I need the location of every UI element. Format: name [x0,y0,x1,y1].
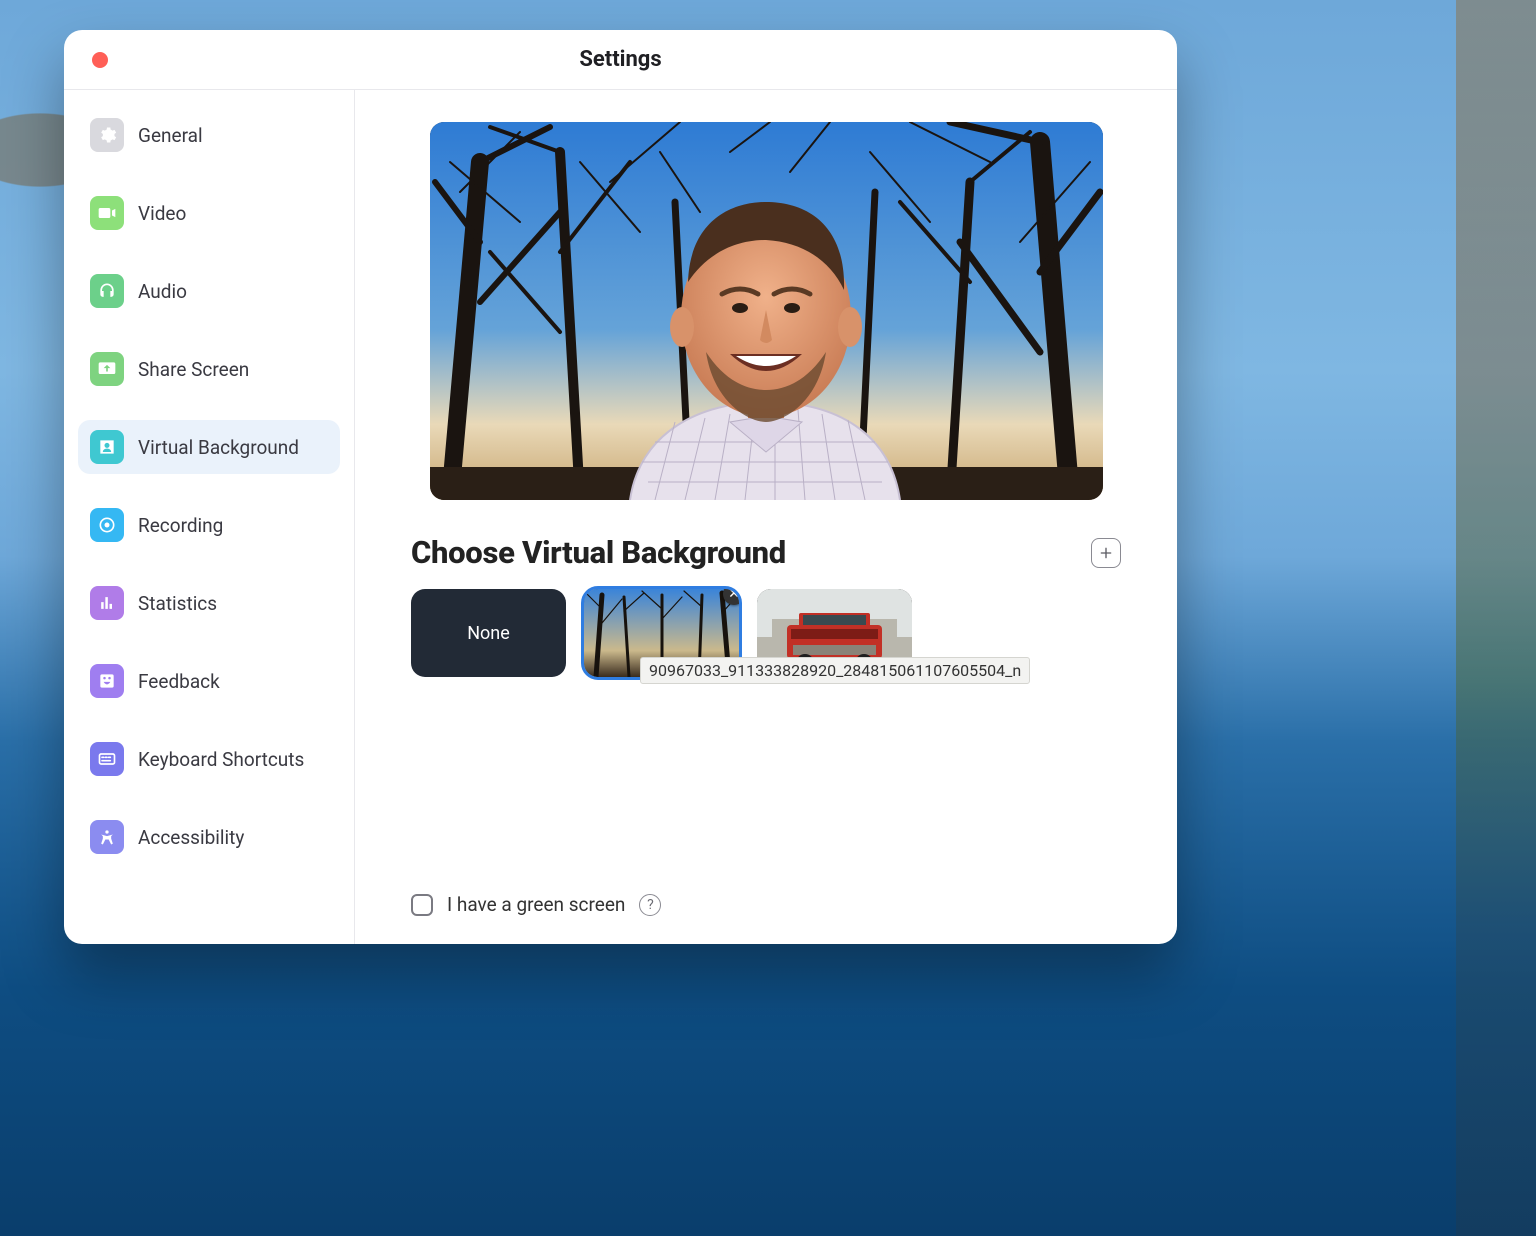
background-thumbnails: None [411,589,1121,677]
sidebar-item-keyboard-shortcuts[interactable]: Keyboard Shortcuts [78,732,340,786]
virtual-background-icon [90,430,124,464]
sidebar-item-label: General [138,124,203,147]
background-option-none[interactable]: None [411,589,566,677]
headphones-icon [90,274,124,308]
titlebar: Settings [64,30,1177,90]
main-panel: Choose Virtual Background None [355,90,1177,944]
green-screen-checkbox[interactable] [411,894,433,916]
filename-tooltip: 90967033_911333828920_284815061107605504… [640,657,1030,684]
sidebar-item-video[interactable]: Video [78,186,340,240]
close-window-button[interactable] [92,52,108,68]
sidebar-item-label: Virtual Background [138,436,299,459]
traffic-lights [92,52,108,68]
sidebar-item-label: Recording [138,514,223,537]
sidebar-item-recording[interactable]: Recording [78,498,340,552]
keyboard-icon [90,742,124,776]
section-title: Choose Virtual Background [411,534,786,571]
sidebar-item-general[interactable]: General [78,108,340,162]
feedback-icon [90,664,124,698]
sidebar-item-label: Audio [138,280,187,303]
settings-window: Settings General Video [64,30,1177,944]
sidebar-item-audio[interactable]: Audio [78,264,340,318]
sidebar-item-label: Statistics [138,592,217,615]
recording-icon [90,508,124,542]
close-icon: ✕ [728,589,739,601]
sidebar-item-label: Feedback [138,670,220,693]
video-preview [430,122,1103,500]
window-title: Settings [579,47,661,72]
window-body: General Video Audio [64,90,1177,944]
settings-sidebar: General Video Audio [64,90,355,944]
add-background-button[interactable] [1091,538,1121,568]
wallpaper-coast [1456,0,1536,1236]
sidebar-item-statistics[interactable]: Statistics [78,576,340,630]
share-screen-icon [90,352,124,386]
sidebar-item-label: Video [138,202,186,225]
sidebar-item-accessibility[interactable]: Accessibility [78,810,340,864]
green-screen-option: I have a green screen ? [411,893,661,916]
sidebar-item-virtual-background[interactable]: Virtual Background [78,420,340,474]
gear-icon [90,118,124,152]
green-screen-help-button[interactable]: ? [639,894,661,916]
sidebar-item-label: Accessibility [138,826,244,849]
sidebar-item-label: Share Screen [138,358,249,381]
accessibility-icon [90,820,124,854]
none-label: None [467,623,510,644]
statistics-icon [90,586,124,620]
plus-icon [1098,545,1114,561]
video-camera-icon [90,196,124,230]
desktop-wallpaper: Settings General Video [0,0,1536,1236]
sidebar-item-feedback[interactable]: Feedback [78,654,340,708]
green-screen-label: I have a green screen [447,893,625,916]
question-mark-icon: ? [647,897,654,913]
section-header: Choose Virtual Background [411,534,1121,571]
sidebar-item-label: Keyboard Shortcuts [138,748,304,771]
sidebar-item-share-screen[interactable]: Share Screen [78,342,340,396]
